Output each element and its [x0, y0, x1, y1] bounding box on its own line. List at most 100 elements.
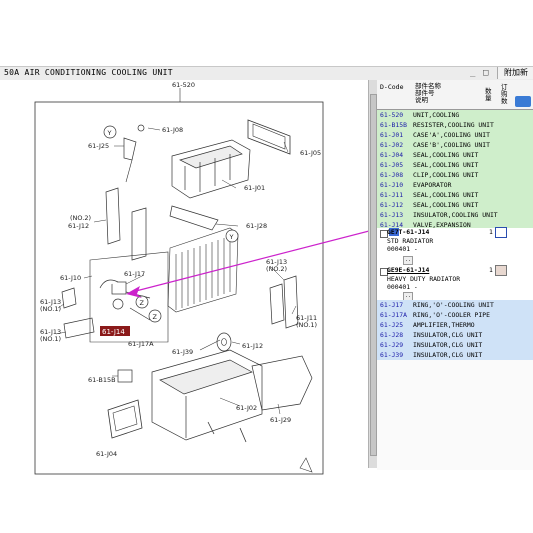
order-qty-input[interactable]: [495, 265, 507, 276]
parts-diagram[interactable]: Y Y Z Z 61-520 61-J08 61-J25 61-J05 61-J…: [0, 80, 374, 480]
part-description: SEAL,COOLING UNIT: [413, 191, 479, 199]
part-code[interactable]: 61-J02: [380, 140, 403, 150]
option-part-number: GE9E-61-J14: [387, 266, 430, 274]
option-part-number: GE7T-61-J14: [387, 228, 430, 236]
part-code[interactable]: 61-J05: [380, 160, 403, 170]
part-row[interactable]: 61-J05 SEAL,COOLING UNIT: [377, 160, 533, 170]
marker-y-top: Y: [107, 129, 112, 137]
scrollbar-thumb[interactable]: [370, 94, 377, 456]
expand-more-button[interactable]: ..: [403, 256, 413, 265]
part-row[interactable]: 61-J04 SEAL,COOLING UNIT: [377, 150, 533, 160]
marker-z-upper: Z: [140, 299, 145, 307]
window-titlebar: 50A AIR CONDITIONING COOLING UNIT _ □ 附加…: [0, 66, 533, 81]
window-title: 50A AIR CONDITIONING COOLING UNIT: [4, 68, 173, 77]
callout-61-j12-top[interactable]: 61-J12: [68, 222, 89, 230]
list-empty-area: [377, 360, 533, 470]
callout-no2-j13: (NO.2): [266, 265, 287, 273]
part-description: SEAL,COOLING UNIT: [413, 161, 479, 169]
callout-no1-j13b: (NO.1): [40, 335, 61, 343]
share-icon[interactable]: [515, 96, 531, 107]
callout-no1-j13a: (NO.1): [40, 305, 61, 313]
part-row[interactable]: 61-J28 INSULATOR,CLG UNIT: [377, 330, 533, 340]
option-qty: 1: [489, 266, 493, 274]
part-description: UNIT,COOLING: [413, 111, 460, 119]
callout-61-j29[interactable]: 61-J29: [270, 416, 291, 424]
callout-61-b15b[interactable]: 61-B15B: [88, 376, 116, 384]
restore-button[interactable]: □: [483, 68, 488, 78]
part-code[interactable]: 61-J04: [380, 150, 403, 160]
part-description: CASE'B',COOLING UNIT: [413, 141, 490, 149]
parts-list-header: D-Code 部件名称 部件号 说明 数量 订购数: [377, 80, 533, 110]
part-row[interactable]: 61-J01 CASE'A',COOLING UNIT: [377, 130, 533, 140]
option-date: 000401 -: [387, 283, 418, 291]
part-row[interactable]: 61-J39 INSULATOR,CLG UNIT: [377, 350, 533, 360]
part-description: EVAPORATOR: [413, 181, 452, 189]
part-row[interactable]: 61-J17A RING,'O'-COOLER PIPE: [377, 310, 533, 320]
part-code[interactable]: 61-J17: [380, 300, 403, 310]
part-description: RING,'O'-COOLER PIPE: [413, 311, 490, 319]
part-description: CLIP,COOLING UNIT: [413, 171, 479, 179]
part-code[interactable]: 61-J39: [380, 350, 403, 360]
option-row-hd[interactable]: GE9E-61-J14 1 HEAVY DUTY RADIATOR 000401…: [377, 265, 533, 292]
part-code[interactable]: 61-J12: [380, 200, 403, 210]
callout-no2-j12: (NO.2): [70, 214, 91, 222]
callout-no1-j11: (NO.1): [296, 321, 317, 329]
callout-61-j10[interactable]: 61-J10: [60, 274, 81, 282]
part-code[interactable]: 61-B15B: [380, 120, 407, 130]
part-row[interactable]: 61-J13 INSULATOR,COOLING UNIT: [377, 210, 533, 220]
part-code[interactable]: 61-J13: [380, 210, 403, 220]
part-row[interactable]: 61-J02 CASE'B',COOLING UNIT: [377, 140, 533, 150]
callout-61-520[interactable]: 61-520: [172, 81, 195, 89]
header-order: 订购数: [501, 83, 508, 105]
callout-61-j05[interactable]: 61-J05: [300, 149, 321, 157]
header-dcode: D-Code: [380, 83, 404, 91]
part-description: RING,'O'-COOLING UNIT: [413, 301, 494, 309]
part-code[interactable]: 61-J11: [380, 190, 403, 200]
part-row[interactable]: 61-J25 AMPLIFIER,THERMO: [377, 320, 533, 330]
pointer-arrow-head: [126, 286, 142, 298]
part-code[interactable]: 61-J17A: [380, 310, 407, 320]
part-row[interactable]: 61-J29 INSULATOR,CLG UNIT: [377, 340, 533, 350]
part-description: INSULATOR,CLG UNIT: [413, 341, 483, 349]
option-row-std[interactable]: GE7T-61-J14 1 STD RADIATOR 000401 -: [377, 227, 533, 254]
part-row[interactable]: 61-J10 EVAPORATOR: [377, 180, 533, 190]
option-qty: 1: [489, 228, 493, 236]
part-code[interactable]: 61-520: [380, 110, 403, 120]
part-row[interactable]: 61-520 UNIT,COOLING: [377, 110, 533, 120]
part-description: SEAL,COOLING UNIT: [413, 151, 479, 159]
part-code[interactable]: 61-J10: [380, 180, 403, 190]
callout-61-j25[interactable]: 61-J25: [88, 142, 109, 150]
minimize-button[interactable]: _: [470, 68, 475, 78]
part-row[interactable]: 61-J11 SEAL,COOLING UNIT: [377, 190, 533, 200]
callout-61-j08[interactable]: 61-J08: [162, 126, 183, 134]
part-code[interactable]: 61-J28: [380, 330, 403, 340]
part-description: RESISTER,COOLING UNIT: [413, 121, 494, 129]
part-description: CASE'A',COOLING UNIT: [413, 131, 490, 139]
part-description: INSULATOR,CLG UNIT: [413, 331, 483, 339]
add-new-button[interactable]: 附加新: [497, 67, 533, 79]
callout-61-j17a[interactable]: 61-J17A: [128, 340, 154, 348]
part-description: INSULATOR,CLG UNIT: [413, 351, 483, 359]
callout-61-j39[interactable]: 61-J39: [172, 348, 193, 356]
callout-61-j17[interactable]: 61-J17: [124, 270, 145, 278]
parts-list-panel: D-Code 部件名称 部件号 说明 数量 订购数 61-520 UNIT,COO…: [377, 80, 533, 480]
part-row[interactable]: 61-J08 CLIP,COOLING UNIT: [377, 170, 533, 180]
exploded-view-drawing: Y Y Z Z 61-520 61-J08 61-J25 61-J05 61-J…: [34, 81, 374, 475]
part-row[interactable]: 61-J12 SEAL,COOLING UNIT: [377, 200, 533, 210]
callout-61-j12-bottom[interactable]: 61-J12: [242, 342, 263, 350]
diagram-scrollbar[interactable]: [368, 80, 377, 468]
part-description: INSULATOR,COOLING UNIT: [413, 211, 498, 219]
order-qty-input[interactable]: [495, 227, 507, 238]
option-date: 000401 -: [387, 245, 418, 253]
part-code[interactable]: 61-J29: [380, 340, 403, 350]
part-code[interactable]: 61-J08: [380, 170, 403, 180]
callout-61-j14[interactable]: 61-J14: [102, 328, 125, 336]
callout-61-j28[interactable]: 61-J28: [246, 222, 267, 230]
callout-61-j04[interactable]: 61-J04: [96, 450, 117, 458]
part-row[interactable]: 61-B15B RESISTER,COOLING UNIT: [377, 120, 533, 130]
callout-61-j01[interactable]: 61-J01: [244, 184, 265, 192]
part-code[interactable]: 61-J01: [380, 130, 403, 140]
callout-61-j02[interactable]: 61-J02: [236, 404, 257, 412]
part-code[interactable]: 61-J25: [380, 320, 403, 330]
part-row[interactable]: 61-J17 RING,'O'-COOLING UNIT: [377, 300, 533, 310]
